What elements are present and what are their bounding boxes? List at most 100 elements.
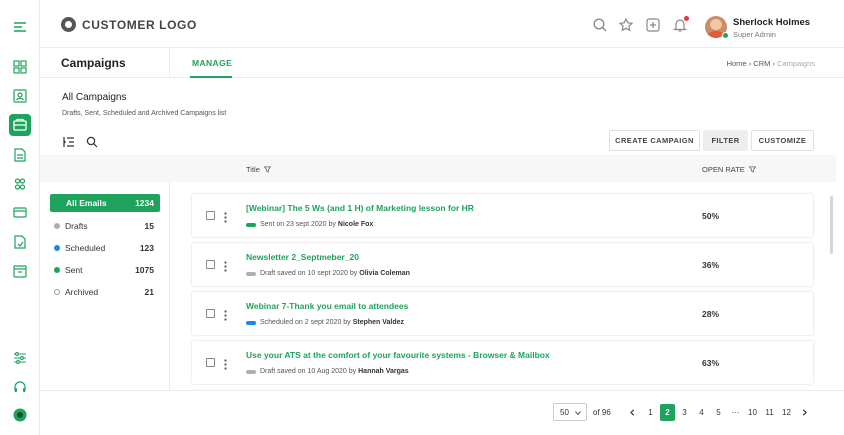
more-options-icon[interactable] [224,210,227,223]
star-icon[interactable] [618,17,634,33]
filter-drafts[interactable]: Drafts 15 [50,217,160,235]
filter-count: 21 [144,287,154,297]
page-button[interactable]: 11 [762,404,777,421]
table-header: Title OPEN RATE [40,155,836,182]
page-button[interactable]: 4 [694,404,709,421]
breadcrumb: Home › CRM › Campaigns [727,59,815,68]
filter-label: Archived [65,287,99,297]
prev-page-button[interactable] [625,404,640,421]
contacts-icon[interactable] [9,85,31,107]
create-campaign-button[interactable]: CREATE CAMPAIGN [609,130,700,151]
pagination-bar: 50 of 96 1 2 3 4 5 ··· 10 11 12 [40,390,844,435]
vertical-scrollbar[interactable] [830,196,833,254]
page-button[interactable]: 12 [779,404,794,421]
filter-count: 123 [139,243,154,253]
app-logo-icon[interactable] [9,404,31,426]
author-name: Hannah Vargas [358,368,409,375]
table-row[interactable]: Webinar 7-Thank you email to attendees S… [192,292,813,335]
column-title-header[interactable]: Title [246,165,271,174]
breadcrumb-home[interactable]: Home [727,59,747,68]
section-subtitle: Drafts, Sent, Scheduled and Archived Cam… [62,110,227,117]
filter-count: 1075 [135,265,154,275]
reports-icon[interactable] [9,231,31,253]
open-rate-value: 50% [702,211,720,221]
column-open-rate-header[interactable]: OPEN RATE [702,165,756,174]
status-pill [246,320,256,325]
icon-rail [0,0,40,435]
page-button[interactable]: 3 [677,404,692,421]
breadcrumb-campaigns: Campaigns [777,59,815,68]
notification-bell-icon[interactable] [672,16,689,33]
table-row[interactable]: Newsletter 2_Septmeber_20 Draft saved on… [192,243,813,286]
more-options-icon[interactable] [224,308,227,321]
row-checkbox[interactable] [206,211,215,220]
documents-icon[interactable] [9,144,31,166]
breadcrumb-crm[interactable]: CRM [753,59,770,68]
campaign-status: Scheduled on 2 sept 2020 by Stephen Vald… [246,319,404,326]
table-search-icon[interactable] [86,135,98,148]
author-name: Olivia Coleman [359,270,410,277]
filter-label: Drafts [65,221,88,231]
campaigns-icon[interactable] [9,114,31,136]
settings-sliders-icon[interactable] [9,347,31,369]
row-checkbox[interactable] [206,358,215,367]
user-name[interactable]: Sherlock Holmes [733,17,810,28]
column-title-label: Title [246,165,260,174]
filter-archived[interactable]: Archived 21 [50,283,160,301]
online-status-dot [722,32,729,39]
filter-count: 15 [144,221,154,231]
user-role: Super Admin [733,30,776,39]
page-button[interactable]: 1 [643,404,658,421]
total-pages: of 96 [593,408,611,417]
filter-scheduled[interactable]: Scheduled 123 [50,239,160,257]
filter-funnel-icon[interactable] [263,166,271,173]
page-header: Campaigns MANAGE Home › CRM › Campaigns [40,48,844,78]
campaign-title-link[interactable]: Use your ATS at the comfort of your favo… [246,350,550,360]
chevron-right-icon [802,409,807,416]
table-row[interactable]: [Webinar] The 5 Ws (and 1 H) of Marketin… [192,194,813,237]
status-text: Draft saved on 10 Aug 2020 by [260,368,357,375]
breadcrumb-separator: › [748,59,752,68]
filter-count: 1234 [135,198,154,208]
section-title: All Campaigns [62,92,127,103]
header-divider [169,48,170,78]
add-square-icon[interactable] [645,17,661,33]
tab-manage[interactable]: MANAGE [192,58,232,68]
row-checkbox[interactable] [206,309,215,318]
team-icon[interactable] [9,173,31,195]
filter-sent[interactable]: Sent 1075 [50,261,160,279]
campaign-title-link[interactable]: Newsletter 2_Septmeber_20 [246,252,359,262]
campaign-title-link[interactable]: Webinar 7-Thank you email to attendees [246,301,408,311]
campaign-title-link[interactable]: [Webinar] The 5 Ws (and 1 H) of Marketin… [246,203,474,213]
filter-all-emails[interactable]: All Emails 1234 [50,194,160,212]
dashboard-icon[interactable] [9,56,31,78]
logo-text: CUSTOMER LOGO [82,17,197,32]
notification-dot [684,16,689,21]
filter-button[interactable]: FILTER [703,130,748,151]
open-rate-value: 28% [702,309,720,319]
calendar-icon[interactable] [9,260,31,282]
table-row[interactable]: Use your ATS at the comfort of your favo… [192,341,813,384]
collapse-panel-icon[interactable] [63,135,75,147]
author-name: Nicole Fox [337,221,374,228]
page-button-current[interactable]: 2 [660,404,675,421]
more-options-icon[interactable] [224,357,227,370]
support-headset-icon[interactable] [9,376,31,398]
customize-button[interactable]: CUSTOMIZE [751,130,814,151]
per-page-select[interactable]: 50 [553,403,587,421]
filter-label: Sent [65,265,83,275]
messages-icon[interactable] [9,202,31,224]
more-options-icon[interactable] [224,259,227,272]
filter-funnel-icon[interactable] [748,166,756,173]
per-page-value: 50 [560,407,569,417]
customer-logo[interactable]: CUSTOMER LOGO [61,17,197,32]
menu-icon[interactable] [9,16,31,38]
campaign-status: Draft saved on 10 Aug 2020 by Hannah Var… [246,368,409,375]
row-checkbox[interactable] [206,260,215,269]
search-icon[interactable] [592,17,608,33]
next-page-button[interactable] [797,404,812,421]
status-dot [54,223,60,229]
page-button[interactable]: 10 [745,404,760,421]
page-button[interactable]: 5 [711,404,726,421]
chevron-left-icon [630,409,635,416]
